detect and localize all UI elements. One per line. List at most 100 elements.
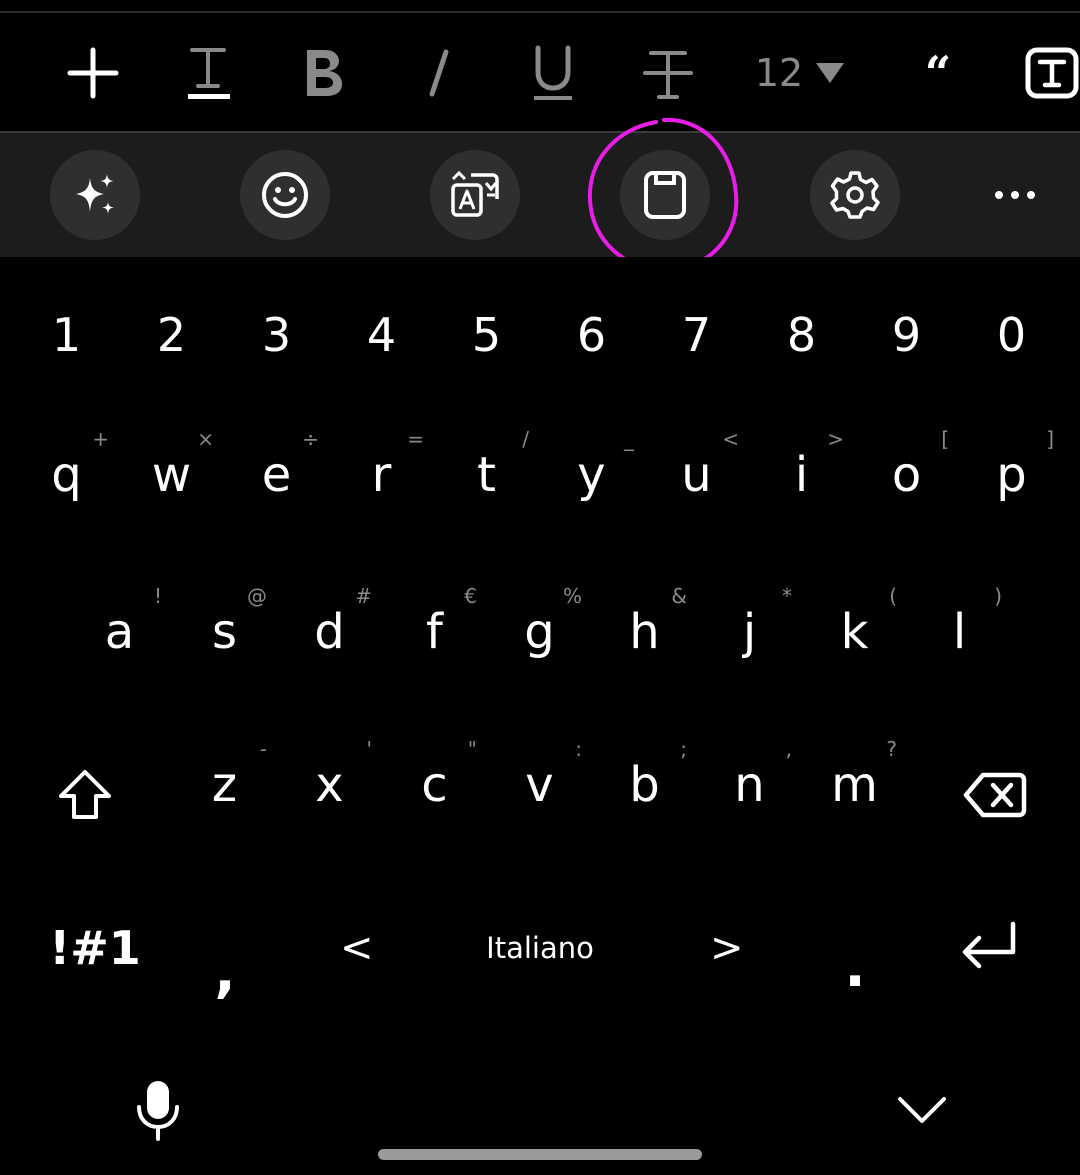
key-u[interactable]: u <: [644, 425, 749, 525]
key-q-label: q: [51, 447, 82, 503]
key-3[interactable]: 3: [224, 290, 329, 380]
key-7[interactable]: 7: [644, 290, 749, 380]
space-next-arrow: >: [710, 924, 744, 971]
key-0-label: 0: [996, 308, 1027, 362]
key-b-label: b: [629, 757, 660, 813]
key-l[interactable]: l): [907, 582, 1012, 682]
add-icon[interactable]: [60, 40, 126, 106]
key-j[interactable]: j *: [697, 582, 802, 682]
key-f-hint: €: [464, 584, 477, 608]
key-w[interactable]: w ×: [119, 425, 224, 525]
key-g[interactable]: g%: [487, 582, 592, 682]
symbols-key[interactable]: !#1: [40, 905, 150, 990]
key-g-label: g: [524, 604, 555, 660]
quote-glyph: “: [924, 46, 952, 100]
enter-icon: [962, 921, 1016, 968]
key-h[interactable]: h &: [592, 582, 697, 682]
key-d-hint: #: [355, 584, 372, 608]
key-f[interactable]: f €: [382, 582, 487, 682]
comma-key[interactable]: ,: [190, 930, 260, 1015]
key-f-label: f: [426, 604, 443, 660]
text-style-icon[interactable]: [1024, 40, 1080, 106]
ai-sparkle-button[interactable]: [50, 150, 140, 240]
space-language-label: Italiano: [486, 930, 594, 965]
translate-button[interactable]: [430, 150, 520, 240]
italic-icon[interactable]: [410, 40, 466, 106]
key-e[interactable]: e ÷: [224, 425, 329, 525]
key-k[interactable]: k(: [802, 582, 907, 682]
key-n-label: n: [734, 757, 765, 813]
key-0[interactable]: 0: [959, 290, 1064, 380]
enter-key[interactable]: [940, 905, 1040, 990]
backspace-key[interactable]: [940, 750, 1050, 840]
symbols-label: !#1: [49, 920, 141, 975]
key-6[interactable]: 6: [539, 290, 644, 380]
key-l-label: l: [952, 604, 967, 660]
key-k-hint: (: [889, 584, 897, 608]
quote-button[interactable]: “: [916, 40, 960, 106]
key-p[interactable]: p]: [959, 425, 1064, 525]
emoji-icon: [262, 172, 308, 218]
key-4[interactable]: 4: [329, 290, 434, 380]
home-indicator[interactable]: [378, 1149, 702, 1160]
key-v[interactable]: v:: [487, 735, 592, 835]
key-r[interactable]: r =: [329, 425, 434, 525]
key-y[interactable]: y _: [539, 425, 644, 525]
text-color-icon[interactable]: [176, 40, 240, 106]
key-c[interactable]: c ": [382, 735, 487, 835]
key-d-label: d: [314, 604, 345, 660]
space-key[interactable]: < Italiano >: [270, 905, 810, 990]
key-1[interactable]: 1: [14, 290, 119, 380]
key-x-label: x: [315, 757, 344, 813]
key-1-label: 1: [51, 308, 82, 362]
key-o[interactable]: o[: [854, 425, 959, 525]
key-c-label: c: [421, 757, 448, 813]
settings-button[interactable]: [810, 150, 900, 240]
key-d[interactable]: d #: [277, 582, 382, 682]
key-y-label: y: [577, 447, 606, 503]
key-j-label: j: [742, 604, 757, 660]
key-a[interactable]: a!: [67, 582, 172, 682]
key-n[interactable]: n,: [697, 735, 802, 835]
hide-keyboard-button[interactable]: [882, 1070, 962, 1150]
key-m-hint: ?: [886, 737, 897, 761]
key-k-label: k: [840, 604, 869, 660]
key-5[interactable]: 5: [434, 290, 539, 380]
shift-key[interactable]: [30, 750, 140, 840]
key-4-label: 4: [366, 308, 397, 362]
key-t[interactable]: t /: [434, 425, 539, 525]
key-x[interactable]: x ': [277, 735, 382, 835]
period-key[interactable]: .: [820, 925, 890, 1010]
key-q[interactable]: q +: [14, 425, 119, 525]
key-2-label: 2: [156, 308, 187, 362]
key-e-label: e: [261, 447, 292, 503]
key-n-hint: ,: [785, 737, 792, 761]
strikethrough-icon[interactable]: [640, 40, 696, 106]
font-size-value: 12: [754, 51, 804, 95]
key-z[interactable]: z-: [172, 735, 277, 835]
key-2[interactable]: 2: [119, 290, 224, 380]
highlight-circle: [587, 117, 739, 273]
key-a-label: a: [104, 604, 135, 660]
key-i-label: i: [794, 447, 809, 503]
key-m[interactable]: m?: [802, 735, 907, 835]
key-u-hint: <: [722, 427, 739, 451]
key-e-hint: ÷: [302, 427, 319, 451]
key-s[interactable]: s @: [172, 582, 277, 682]
emoji-button[interactable]: [240, 150, 330, 240]
key-8[interactable]: 8: [749, 290, 854, 380]
font-size-dropdown[interactable]: 12: [750, 40, 850, 106]
key-b[interactable]: b;: [592, 735, 697, 835]
voice-input-button[interactable]: [118, 1070, 198, 1150]
backspace-icon: [963, 772, 1027, 818]
comma-label: ,: [214, 940, 236, 1005]
key-w-label: w: [151, 447, 192, 503]
bold-icon[interactable]: [292, 40, 352, 106]
key-i[interactable]: i >: [749, 425, 854, 525]
key-h-label: h: [629, 604, 660, 660]
key-c-hint: ": [467, 737, 477, 761]
underline-icon[interactable]: [526, 40, 580, 106]
key-9[interactable]: 9: [854, 290, 959, 380]
key-p-hint: ]: [1046, 427, 1054, 451]
more-options-button[interactable]: [970, 150, 1060, 240]
